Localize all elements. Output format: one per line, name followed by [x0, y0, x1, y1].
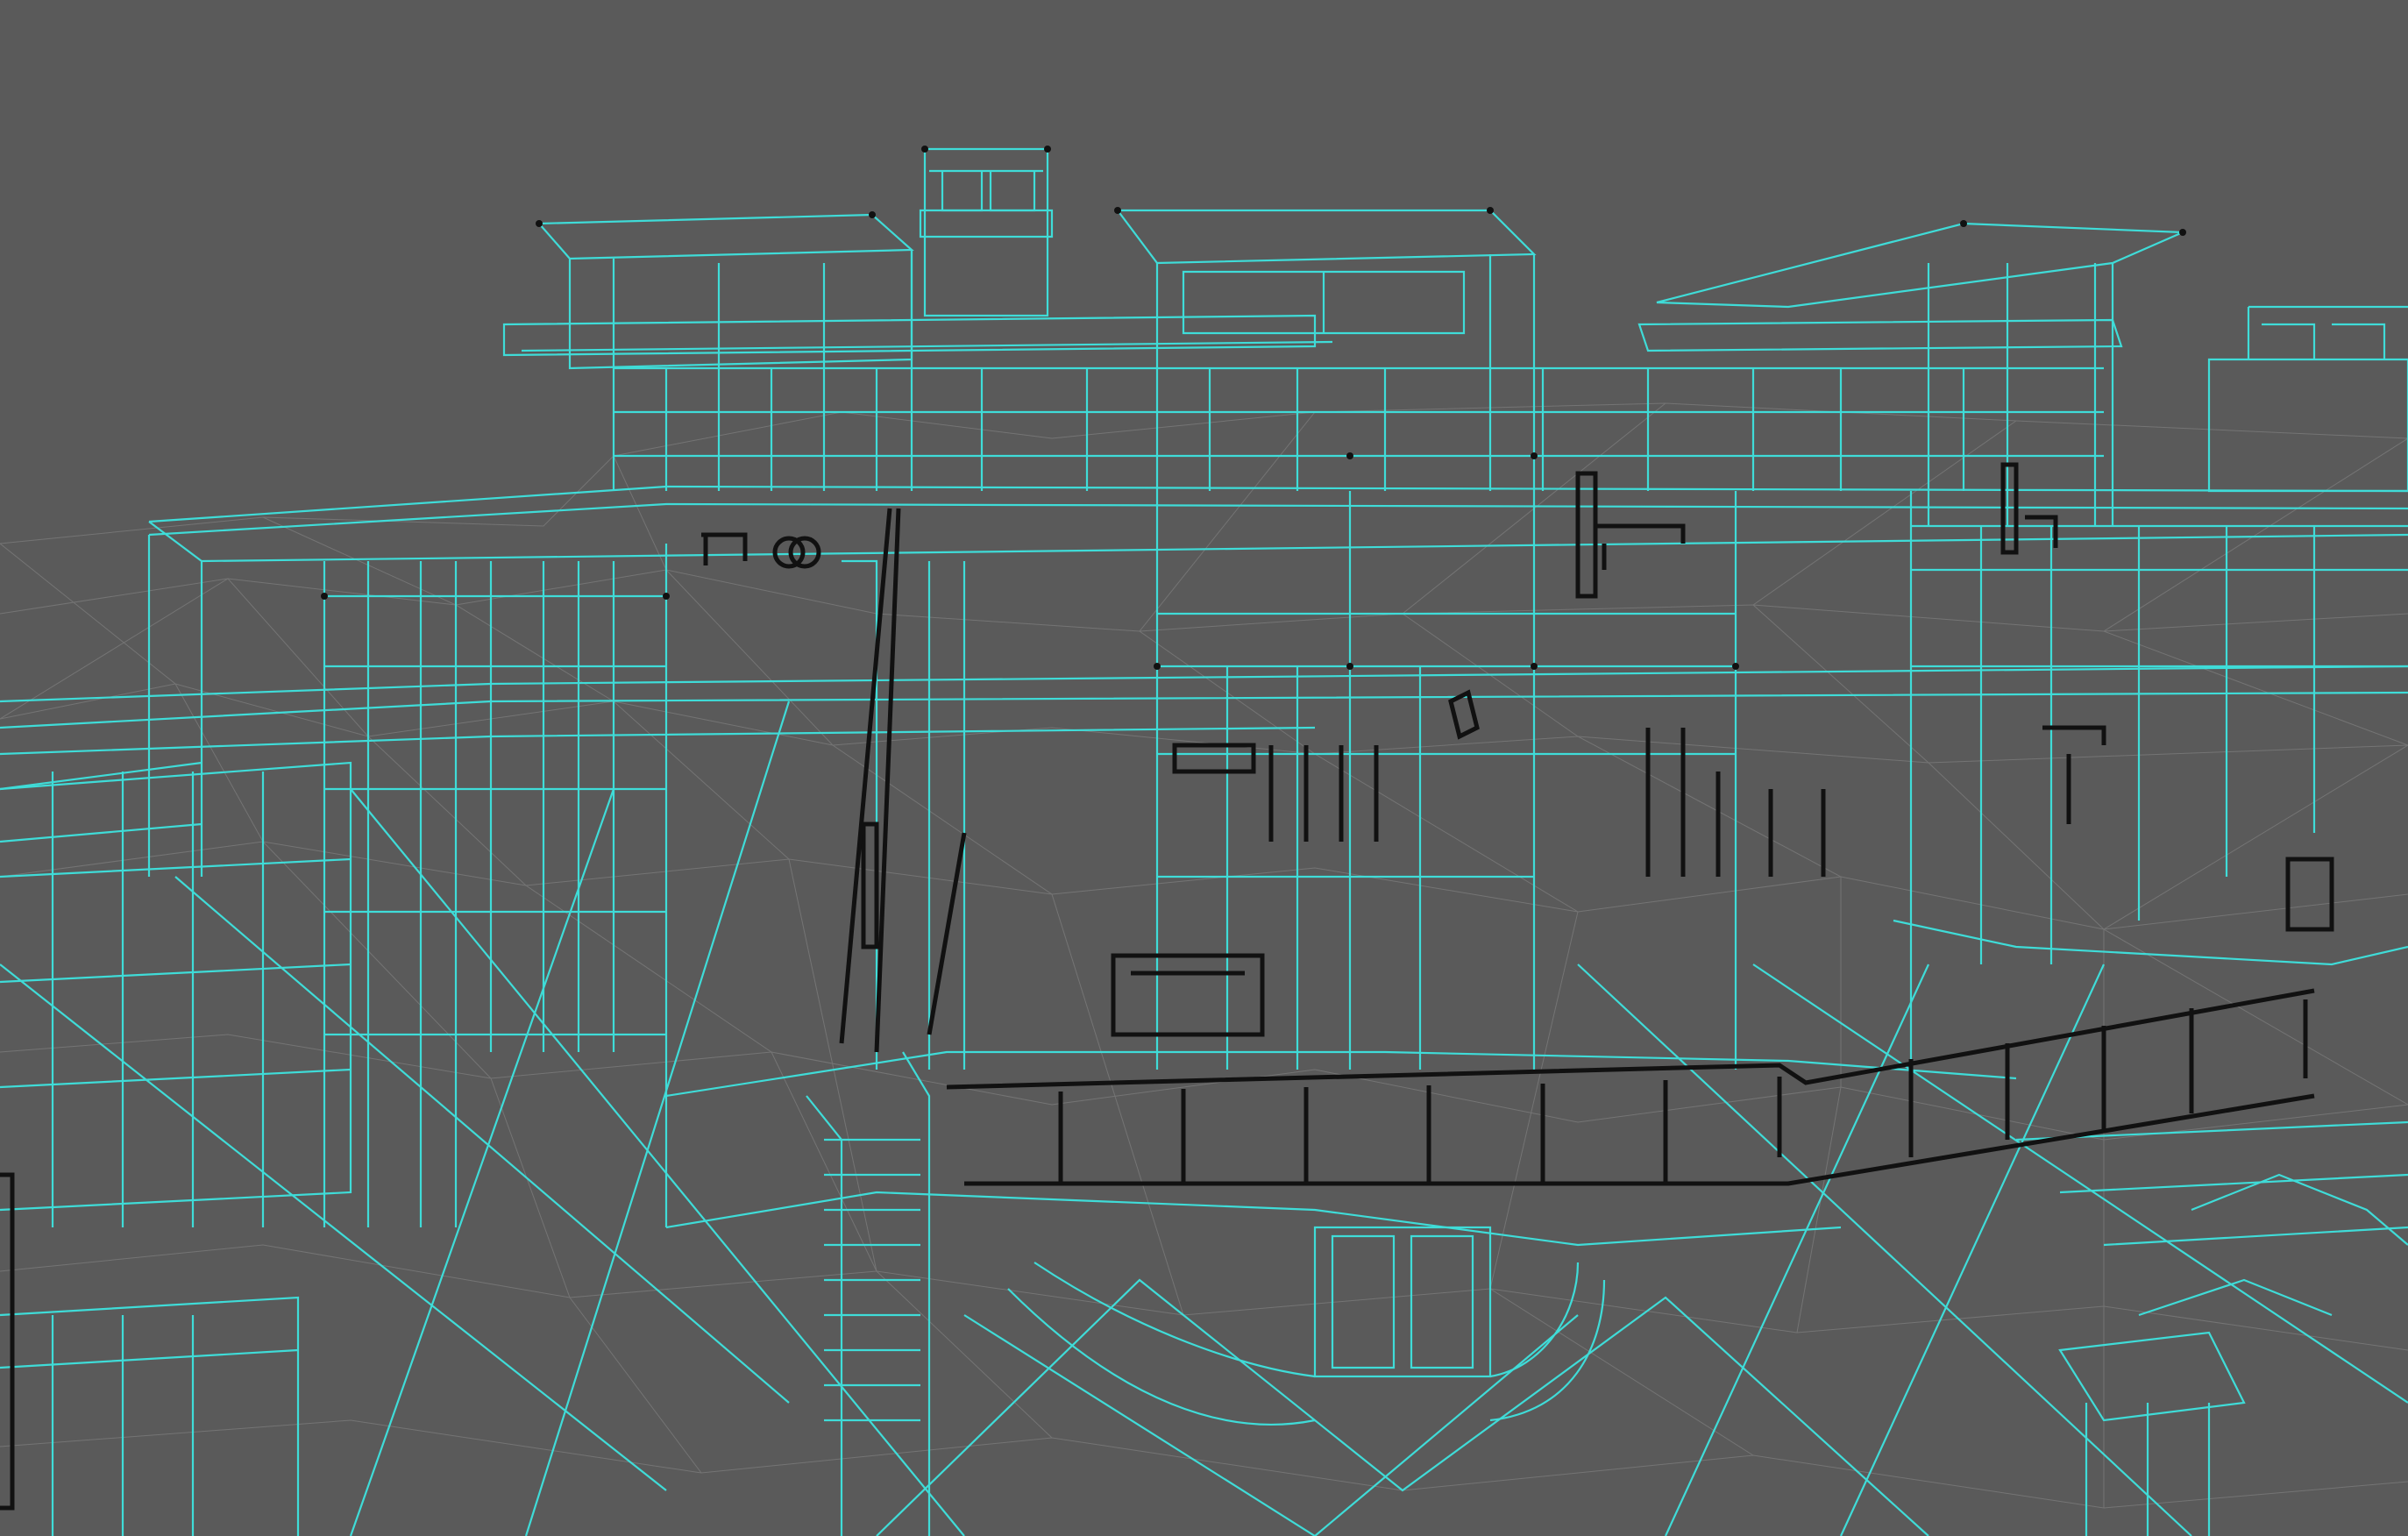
wireframe-model — [0, 0, 2408, 1536]
3d-viewport[interactable] — [0, 0, 2408, 1536]
viewport-background — [0, 0, 2408, 1536]
